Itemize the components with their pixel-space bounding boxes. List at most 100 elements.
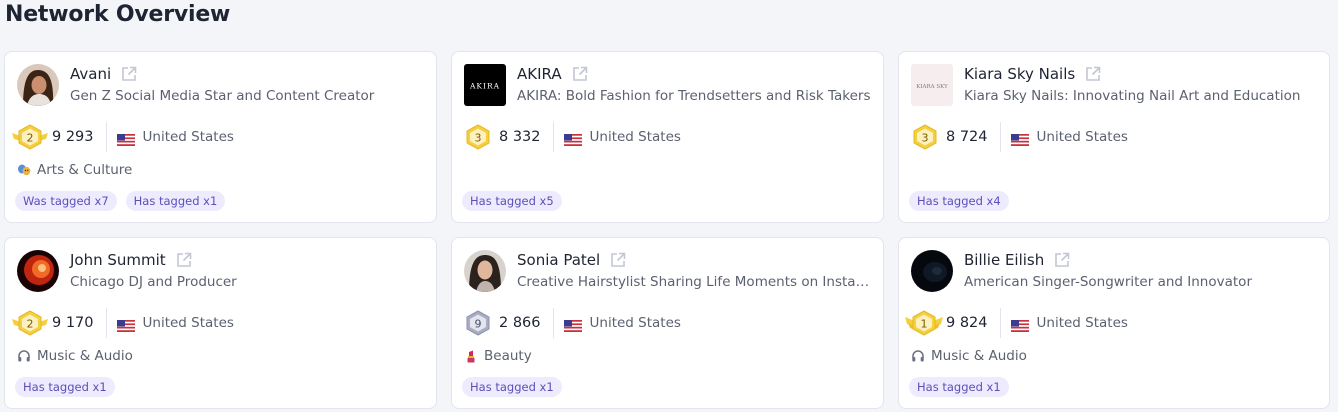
- category-label: Music & Audio: [931, 348, 1027, 364]
- us-flag-icon: [116, 317, 135, 332]
- profile-card-avani[interactable]: Avani Gen Z Social Media Star and Conten…: [4, 51, 437, 223]
- us-flag-icon: [1010, 317, 1029, 332]
- stats-row: 1 9 824 United States: [905, 308, 1128, 338]
- country: United States: [142, 315, 234, 331]
- profile-card-akira[interactable]: AKIRA AKIRA AKIRA: Bold Fashion for Tren…: [451, 51, 884, 223]
- category-label: Music & Audio: [37, 348, 133, 364]
- avatar[interactable]: [17, 64, 59, 106]
- category: Music & Audio: [911, 348, 1027, 364]
- us-flag-icon: [563, 131, 582, 146]
- svg-text:KIARA SKY: KIARA SKY: [916, 84, 948, 90]
- tag-list: Was tagged x7 Has tagged x1: [15, 191, 226, 211]
- profile-card-sonia-patel[interactable]: Sonia Patel Creative Hairstylist Sharing…: [451, 237, 884, 409]
- headphones-icon: [911, 349, 925, 363]
- us-flag-icon: [563, 317, 582, 332]
- svg-text:2: 2: [27, 318, 34, 331]
- divider: [105, 122, 107, 152]
- stats-row: 2 9 170 United States: [12, 308, 234, 338]
- category-label: Beauty: [484, 348, 532, 364]
- profile-name[interactable]: Avani: [70, 65, 111, 83]
- stats-row: 3 8 724 United States: [911, 122, 1128, 152]
- score: 9 170: [52, 315, 94, 331]
- us-flag-icon: [116, 131, 135, 146]
- profile-card-billie-eilish[interactable]: Billie Eilish American Singer-Songwriter…: [898, 237, 1330, 409]
- us-flag-icon: [1010, 131, 1029, 146]
- tag-chip[interactable]: Has tagged x5: [462, 191, 562, 211]
- rank-badge: 3: [911, 123, 939, 151]
- svg-text:3: 3: [475, 132, 482, 145]
- svg-text:AKIRA: AKIRA: [469, 82, 500, 91]
- avatar[interactable]: [911, 250, 953, 292]
- divider: [105, 308, 107, 338]
- score: 9 293: [52, 129, 94, 145]
- brand-logo[interactable]: AKIRA: [464, 64, 506, 106]
- rank-badge: 3: [464, 123, 492, 151]
- tag-list: Has tagged x1: [909, 377, 1009, 397]
- profile-card-kiara-sky-nails[interactable]: KIARA SKY Kiara Sky Nails Kiara Sky Nail…: [898, 51, 1330, 223]
- external-link-icon[interactable]: [1053, 251, 1071, 269]
- divider: [552, 308, 554, 338]
- category-label: Arts & Culture: [37, 162, 133, 178]
- tag-chip[interactable]: Has tagged x4: [909, 191, 1009, 211]
- divider: [552, 122, 554, 152]
- profile-name[interactable]: AKIRA: [517, 65, 562, 83]
- divider: [999, 122, 1001, 152]
- profile-description: Creative Hairstylist Sharing Life Moment…: [517, 274, 873, 290]
- rank-badge: 1: [905, 309, 943, 337]
- country: United States: [1036, 129, 1128, 145]
- divider: [999, 308, 1001, 338]
- score: 2 866: [499, 315, 541, 331]
- country: United States: [589, 129, 681, 145]
- svg-text:9: 9: [475, 318, 482, 331]
- external-link-icon[interactable]: [609, 251, 627, 269]
- tag-list: Has tagged x1: [15, 377, 115, 397]
- profile-name[interactable]: Billie Eilish: [964, 251, 1044, 269]
- score: 8 332: [499, 129, 541, 145]
- network-grid: Avani Gen Z Social Media Star and Conten…: [4, 51, 1330, 409]
- profile-name[interactable]: Kiara Sky Nails: [964, 65, 1075, 83]
- tag-chip[interactable]: Has tagged x1: [909, 377, 1009, 397]
- profile-description: American Singer-Songwriter and Innovator: [964, 274, 1252, 290]
- rank-badge: 2: [11, 309, 49, 337]
- score: 9 824: [946, 315, 988, 331]
- tag-list: Has tagged x5: [462, 191, 562, 211]
- score: 8 724: [946, 129, 988, 145]
- country: United States: [1036, 315, 1128, 331]
- headphones-icon: [17, 349, 31, 363]
- tag-chip[interactable]: Was tagged x7: [15, 191, 117, 211]
- profile-name[interactable]: Sonia Patel: [517, 251, 600, 269]
- profile-description: Gen Z Social Media Star and Content Crea…: [70, 88, 375, 104]
- category: Arts & Culture: [17, 162, 132, 178]
- lipstick-icon: [464, 349, 478, 363]
- svg-text:2: 2: [27, 132, 34, 145]
- tag-list: Has tagged x4: [909, 191, 1009, 211]
- category: Beauty: [464, 348, 532, 364]
- svg-text:1: 1: [921, 318, 928, 331]
- rank-badge: 9: [464, 309, 492, 337]
- country: United States: [589, 315, 681, 331]
- tag-chip[interactable]: Has tagged x1: [462, 377, 562, 397]
- tag-list: Has tagged x1: [462, 377, 562, 397]
- profile-card-john-summit[interactable]: John Summit Chicago DJ and Producer 2 9 …: [4, 237, 437, 409]
- profile-description: AKIRA: Bold Fashion for Trendsetters and…: [517, 88, 871, 104]
- avatar[interactable]: [17, 250, 59, 292]
- country: United States: [142, 129, 234, 145]
- profile-description: Kiara Sky Nails: Innovating Nail Art and…: [964, 88, 1301, 104]
- brand-logo[interactable]: KIARA SKY: [911, 64, 953, 106]
- external-link-icon[interactable]: [1084, 65, 1102, 83]
- category: Music & Audio: [17, 348, 133, 364]
- external-link-icon[interactable]: [571, 65, 589, 83]
- external-link-icon[interactable]: [175, 251, 193, 269]
- profile-description: Chicago DJ and Producer: [70, 274, 237, 290]
- rank-badge: 2: [11, 123, 49, 151]
- profile-name[interactable]: John Summit: [70, 251, 166, 269]
- svg-text:3: 3: [922, 132, 929, 145]
- stats-row: 3 8 332 United States: [464, 122, 681, 152]
- theater-masks-icon: [17, 163, 31, 177]
- stats-row: 2 9 293 United States: [12, 122, 234, 152]
- tag-chip[interactable]: Has tagged x1: [15, 377, 115, 397]
- tag-chip[interactable]: Has tagged x1: [125, 191, 226, 211]
- external-link-icon[interactable]: [120, 65, 138, 83]
- page-title: Network Overview: [5, 2, 231, 27]
- avatar[interactable]: [464, 250, 506, 292]
